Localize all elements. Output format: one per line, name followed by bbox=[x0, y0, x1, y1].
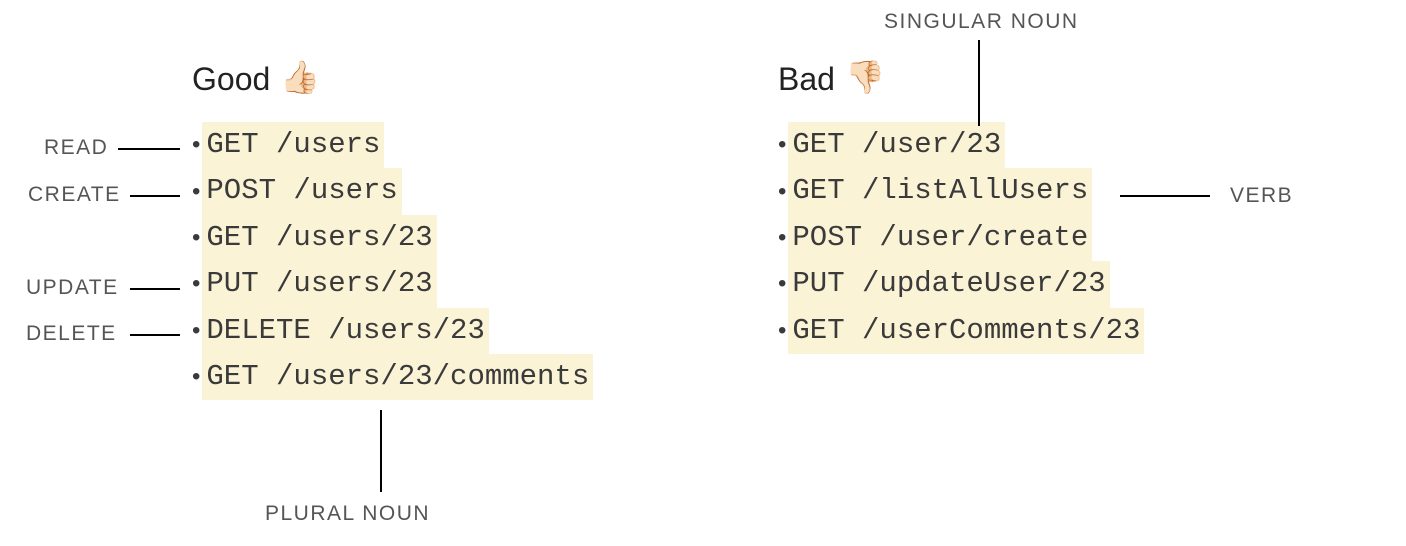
bullet-icon: • bbox=[192, 365, 202, 389]
bullet-icon: • bbox=[778, 226, 788, 250]
list-item: •GET /user/23 bbox=[778, 122, 1144, 168]
good-code: GET /users/23 bbox=[202, 215, 436, 261]
annotation-singular-noun: SINGULAR NOUN bbox=[884, 10, 1079, 34]
bullet-icon: • bbox=[192, 272, 202, 296]
list-item: •PUT /updateUser/23 bbox=[778, 261, 1144, 307]
bad-code: GET /user/23 bbox=[788, 122, 1005, 168]
bullet-icon: • bbox=[778, 319, 788, 343]
bad-list: •GET /user/23 •GET /listAllUsers •POST /… bbox=[778, 122, 1144, 354]
bad-code: POST /user/create bbox=[788, 215, 1092, 261]
good-list: •GET /users •POST /users •GET /users/23 … bbox=[192, 122, 593, 400]
list-item: •DELETE /users/23 bbox=[192, 308, 593, 354]
bullet-icon: • bbox=[192, 133, 202, 157]
connector-line bbox=[130, 195, 180, 197]
list-item: •GET /users/23/comments bbox=[192, 354, 593, 400]
bullet-icon: • bbox=[192, 319, 202, 343]
thumbs-down-icon: 👎🏻 bbox=[845, 58, 885, 96]
thumbs-up-icon: 👍🏻 bbox=[280, 58, 320, 96]
bad-code: GET /userComments/23 bbox=[788, 308, 1144, 354]
list-item: •GET /userComments/23 bbox=[778, 308, 1144, 354]
bad-code: GET /listAllUsers bbox=[788, 168, 1092, 214]
list-item: •GET /users bbox=[192, 122, 593, 168]
list-item: •GET /users/23 bbox=[192, 215, 593, 261]
list-item: •POST /user/create bbox=[778, 215, 1144, 261]
good-code: DELETE /users/23 bbox=[202, 308, 488, 354]
bullet-icon: • bbox=[192, 226, 202, 250]
list-item: •PUT /users/23 bbox=[192, 261, 593, 307]
bad-code: PUT /updateUser/23 bbox=[788, 261, 1109, 307]
connector-line bbox=[1120, 195, 1210, 197]
connector-line bbox=[380, 410, 382, 492]
connector-line bbox=[130, 334, 180, 336]
bad-title: Bad bbox=[778, 61, 835, 98]
good-title: Good bbox=[192, 61, 270, 98]
good-code: POST /users bbox=[202, 168, 401, 214]
connector-line bbox=[130, 288, 180, 290]
annotation-plural-noun: PLURAL NOUN bbox=[265, 502, 430, 526]
connector-line bbox=[118, 148, 180, 150]
list-item: •POST /users bbox=[192, 168, 593, 214]
annotation-update: UPDATE bbox=[26, 276, 119, 300]
bullet-icon: • bbox=[192, 180, 202, 204]
annotation-verb: VERB bbox=[1230, 184, 1293, 208]
bullet-icon: • bbox=[778, 180, 788, 204]
list-item: •GET /listAllUsers bbox=[778, 168, 1144, 214]
good-code: GET /users bbox=[202, 122, 384, 168]
bullet-icon: • bbox=[778, 133, 788, 157]
bullet-icon: • bbox=[778, 272, 788, 296]
bad-heading: Bad 👎🏻 bbox=[778, 60, 885, 98]
good-code: GET /users/23/comments bbox=[202, 354, 593, 400]
connector-line bbox=[978, 40, 980, 126]
good-heading: Good 👍🏻 bbox=[192, 60, 320, 98]
good-code: PUT /users/23 bbox=[202, 261, 436, 307]
annotation-delete: DELETE bbox=[26, 322, 117, 346]
annotation-create: CREATE bbox=[28, 183, 121, 207]
annotation-read: READ bbox=[44, 136, 108, 160]
